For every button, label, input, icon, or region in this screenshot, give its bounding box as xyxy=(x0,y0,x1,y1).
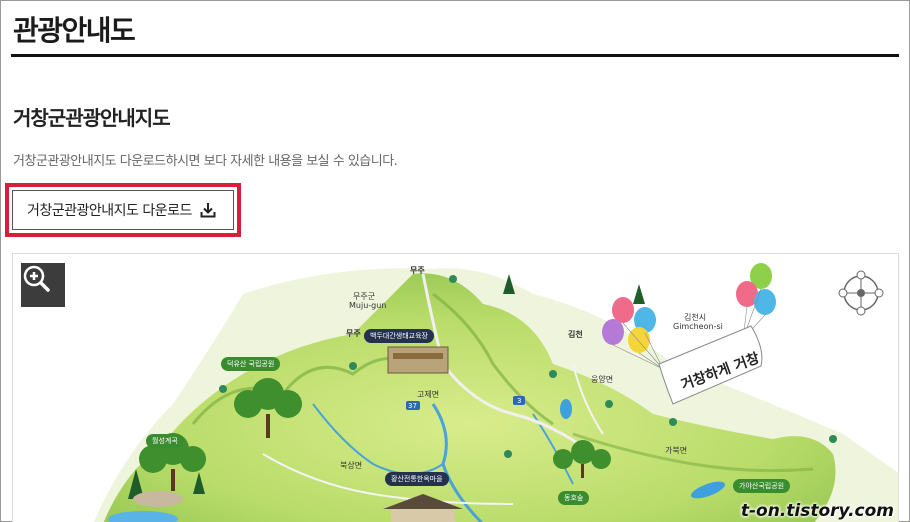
label-gojemyeon: 고제면 xyxy=(417,390,440,399)
tag-baekdu: 백두대간생태교육장 xyxy=(364,329,434,343)
section-title: 거창군관광안내지도 xyxy=(13,106,171,130)
label-gimcheon: 김천 xyxy=(568,330,583,339)
section-description: 거창군관광안내지도 다운로드하시면 보다 자세한 내용을 보실 수 있습니다. xyxy=(13,154,398,169)
label-ungyangmyeon: 웅양면 xyxy=(591,375,614,384)
page-title: 관광안내도 xyxy=(13,14,136,47)
zoom-button[interactable] xyxy=(21,263,65,307)
tag-deogyusan: 덕유산 국립공원 xyxy=(221,357,281,371)
label-bukgamyeon: 북상면 xyxy=(340,461,363,470)
tag-hwanggang: 황산전통한옥마을 xyxy=(385,472,449,486)
download-button-label: 거창군관광안내지도 다운로드 xyxy=(27,203,192,219)
route-3: 3 xyxy=(517,397,521,405)
label-muju-left: 무주 xyxy=(346,329,361,338)
route-37: 37 xyxy=(408,402,417,410)
watermark: t-on.tistory.com xyxy=(740,501,894,521)
download-button[interactable]: 거창군관광안내지도 다운로드 xyxy=(12,190,234,230)
tag-dongho: 동호숲 xyxy=(558,491,590,505)
tourist-map[interactable]: 거창하게 거창 37 3 무주 무주군 Muju-gun 무주 김천 김천시 G… xyxy=(12,253,899,522)
label-gabukmyeon: 가북면 xyxy=(665,446,688,455)
label-gimcheon-si-en: Gimcheon-si xyxy=(673,322,723,331)
compass-icon xyxy=(836,268,886,318)
tag-wolseong: 월성계곡 xyxy=(146,434,184,448)
zoom-in-icon xyxy=(23,265,50,292)
download-icon xyxy=(200,202,216,218)
title-divider xyxy=(11,54,899,57)
label-muju-gun-en: Muju-gun xyxy=(349,301,387,310)
tag-gaya: 가야산국립공원 xyxy=(733,479,791,493)
label-muju-top: 무주 xyxy=(410,266,425,275)
